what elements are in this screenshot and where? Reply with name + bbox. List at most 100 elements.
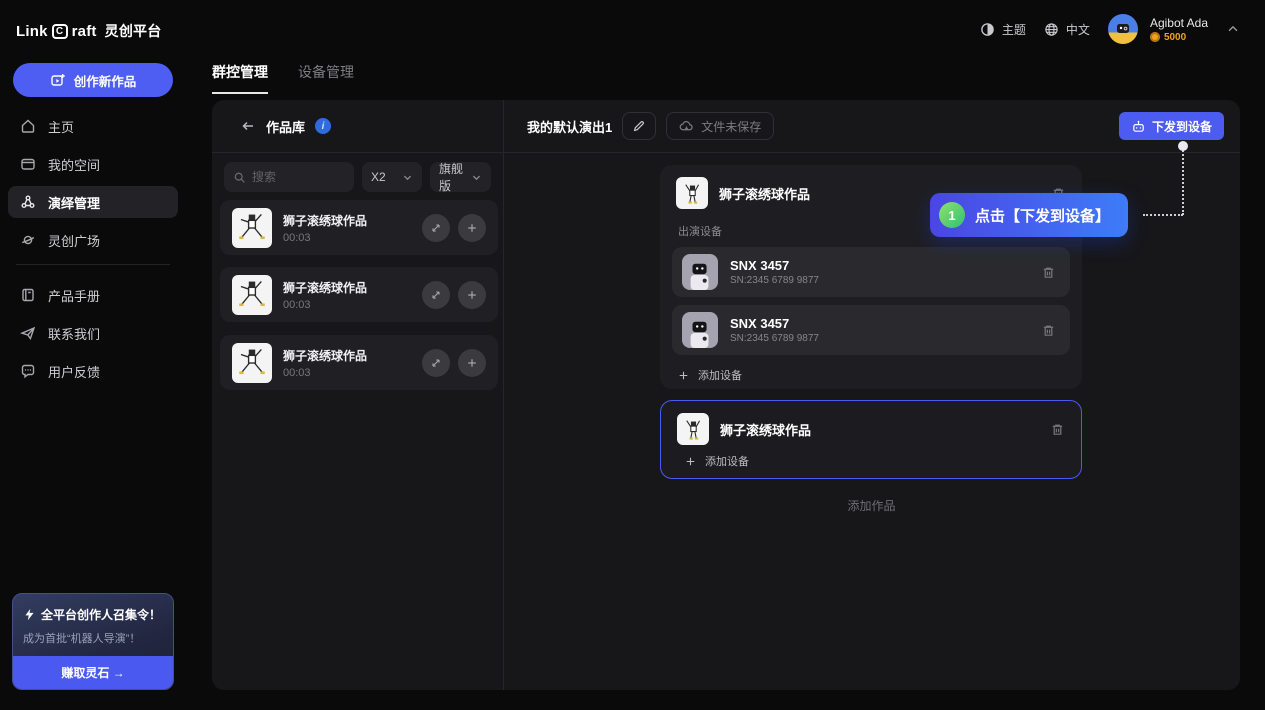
sidebar-item-product-manual[interactable]: 产品手册	[8, 279, 178, 311]
paper-plane-icon	[20, 325, 36, 341]
trash-icon[interactable]	[1041, 323, 1056, 338]
stage-work-card-selected[interactable]: 狮子滚绣球作品 添加设备	[660, 400, 1082, 479]
search-input[interactable]	[252, 170, 345, 184]
preview-expand-button[interactable]	[422, 349, 450, 377]
main-panel: 作品库 i 我的默认演出1 文件未保存 下发到设备	[212, 100, 1240, 690]
device-row[interactable]: SNX 3457 SN:2345 6789 9877	[672, 305, 1070, 355]
info-icon[interactable]: i	[315, 118, 331, 134]
work-thumbnail	[676, 177, 708, 209]
logo-text: Link	[16, 23, 48, 40]
sidebar-item-label: 灵创广场	[48, 231, 100, 250]
library-title: 作品库	[266, 117, 305, 136]
tier-filter-value: 旗舰版	[439, 160, 471, 194]
nav-divider	[16, 264, 170, 265]
sidebar-item-plaza[interactable]: 灵创广场	[8, 224, 178, 256]
sidebar-item-contact-us[interactable]: 联系我们	[8, 317, 178, 349]
logo-text: raft	[72, 23, 97, 40]
sidebar-item-label: 演绎管理	[48, 193, 100, 212]
preview-expand-button[interactable]	[422, 281, 450, 309]
save-status-badge: 文件未保存	[666, 112, 774, 140]
coin-count: 5000	[1164, 32, 1186, 43]
guide-connector-dot	[1178, 141, 1188, 151]
sidebar-item-performance-management[interactable]: 演绎管理	[8, 186, 178, 218]
library-item[interactable]: 狮子滚绣球作品 00:03	[220, 200, 498, 255]
chevron-up-icon[interactable]	[1226, 22, 1240, 36]
preview-expand-button[interactable]	[422, 214, 450, 242]
device-serial: SN:2345 6789 9877	[730, 275, 1029, 286]
library-item[interactable]: 狮子滚绣球作品 00:03	[220, 335, 498, 390]
work-meta: 狮子滚绣球作品 00:03	[283, 212, 411, 244]
cloud-icon	[679, 119, 694, 134]
sidebar-item-home[interactable]: 主页	[8, 110, 178, 142]
logo-c-icon: C	[52, 24, 68, 39]
robot-avatar	[682, 312, 718, 348]
planet-icon	[20, 232, 36, 248]
sidebar-item-label: 产品手册	[48, 286, 100, 305]
language-switcher[interactable]: 中文	[1044, 21, 1090, 38]
search-box	[224, 162, 354, 192]
robot-head-icon	[1131, 119, 1146, 134]
sidebar-item-my-space[interactable]: 我的空间	[8, 148, 178, 180]
promo-subtitle: 成为首批“机器人导演”！	[23, 630, 163, 646]
tier-filter-dropdown[interactable]: 旗舰版	[430, 162, 491, 192]
work-meta: 狮子滚绣球作品 00:03	[283, 347, 411, 379]
earn-gems-button[interactable]: 赚取灵石 →	[13, 656, 173, 689]
sidebar-item-user-feedback[interactable]: 用户反馈	[8, 355, 178, 387]
tab-group-control[interactable]: 群控管理	[212, 62, 268, 94]
chevron-down-icon	[402, 172, 413, 183]
device-meta: SNX 3457 SN:2345 6789 9877	[730, 258, 1029, 286]
add-device-button[interactable]: 添加设备	[678, 367, 1064, 383]
header-divider	[212, 152, 1240, 153]
work-card-header: 狮子滚绣球作品	[673, 413, 1069, 445]
create-work-label: 创作新作品	[74, 71, 137, 90]
topbar: 主题 中文 Agibot Ada 5000	[980, 0, 1240, 58]
add-work-button[interactable]: 添加作品	[503, 497, 1240, 514]
trash-icon[interactable]	[1041, 265, 1056, 280]
add-device-button[interactable]: 添加设备	[685, 453, 1063, 469]
deploy-label: 下发到设备	[1152, 118, 1212, 135]
work-duration: 00:03	[283, 232, 411, 244]
folder-icon	[20, 156, 36, 172]
work-duration: 00:03	[283, 367, 411, 379]
create-work-button[interactable]: 创作新作品	[13, 63, 173, 97]
pencil-icon	[632, 119, 646, 133]
device-serial: SN:2345 6789 9877	[730, 333, 1029, 344]
add-to-stage-button[interactable]	[458, 349, 486, 377]
add-device-label: 添加设备	[705, 453, 749, 469]
deploy-button[interactable]: 下发到设备	[1119, 112, 1224, 140]
show-title: 我的默认演出1	[527, 117, 612, 136]
device-meta: SNX 3457 SN:2345 6789 9877	[730, 316, 1029, 344]
speed-filter-dropdown[interactable]: X2	[362, 162, 422, 192]
device-name: SNX 3457	[730, 316, 1029, 331]
edit-title-button[interactable]	[622, 112, 656, 140]
sidebar-item-label: 我的空间	[48, 155, 100, 174]
device-name: SNX 3457	[730, 258, 1029, 273]
guide-connector-vertical	[1182, 147, 1184, 215]
work-duration: 00:03	[283, 299, 411, 311]
network-icon	[20, 194, 36, 210]
library-item[interactable]: 狮子滚绣球作品 00:03	[220, 267, 498, 322]
theme-icon	[980, 22, 995, 37]
promo-title: 全平台创作人召集令！	[41, 606, 161, 623]
work-meta: 狮子滚绣球作品 00:03	[283, 279, 411, 311]
work-title: 狮子滚绣球作品	[283, 347, 411, 364]
work-title: 狮子滚绣球作品	[283, 212, 411, 229]
tab-device-management[interactable]: 设备管理	[298, 62, 354, 94]
lightning-icon	[23, 608, 36, 621]
library-filters: X2 旗舰版	[224, 162, 503, 192]
step-badge: 1	[939, 202, 965, 228]
device-row[interactable]: SNX 3457 SN:2345 6789 9877	[672, 247, 1070, 297]
trash-icon[interactable]	[1050, 422, 1065, 437]
robot-avatar	[682, 254, 718, 290]
stage-header: 我的默认演出1 文件未保存	[503, 100, 1120, 152]
back-icon[interactable]	[240, 118, 256, 134]
platform-name: 灵创平台	[105, 21, 162, 41]
coin-icon	[1150, 32, 1160, 42]
add-to-stage-button[interactable]	[458, 214, 486, 242]
user-name: Agibot Ada	[1150, 16, 1208, 30]
avatar[interactable]	[1108, 14, 1138, 44]
add-to-stage-button[interactable]	[458, 281, 486, 309]
chevron-down-icon	[471, 172, 482, 183]
work-thumbnail	[677, 413, 709, 445]
theme-toggle[interactable]: 主题	[980, 21, 1026, 38]
